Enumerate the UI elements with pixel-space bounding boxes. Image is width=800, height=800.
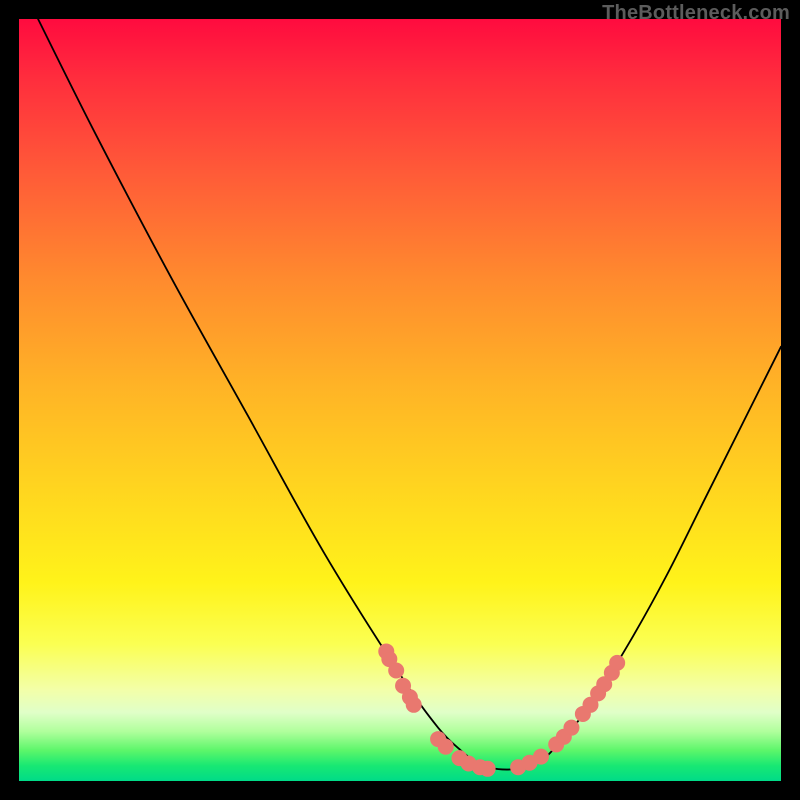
- marker-dot: [406, 697, 421, 712]
- marker-cluster-right: [511, 655, 625, 774]
- marker-dot: [610, 655, 625, 670]
- marker-cluster-left: [379, 644, 495, 776]
- curve-line: [38, 19, 781, 770]
- marker-dot: [438, 739, 453, 754]
- chart-svg: [19, 19, 781, 781]
- marker-dot: [389, 663, 404, 678]
- marker-dot: [564, 720, 579, 735]
- marker-dot: [480, 761, 495, 776]
- chart-stage: TheBottleneck.com: [0, 0, 800, 800]
- marker-dot: [533, 749, 548, 764]
- plot-area: [19, 19, 781, 781]
